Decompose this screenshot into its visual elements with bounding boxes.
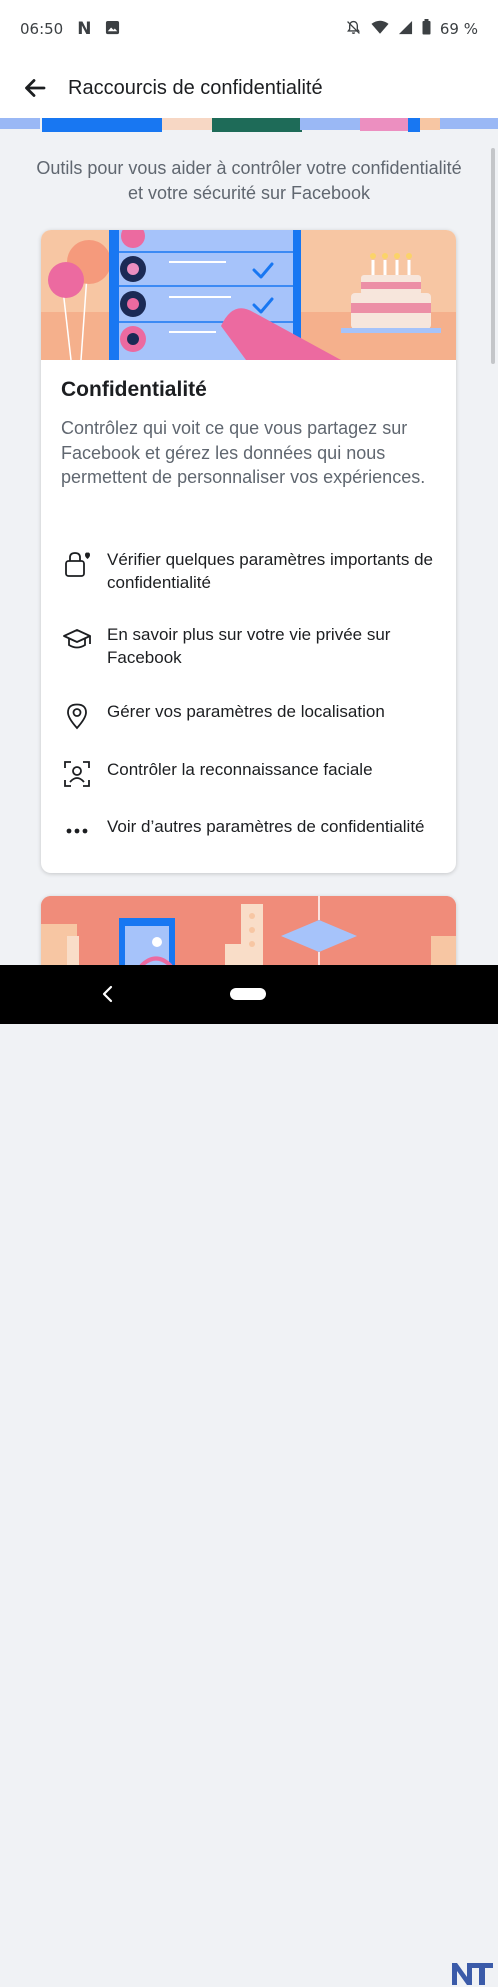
page-title: Raccourcis de confidentialité	[68, 76, 323, 99]
option-label: Contrôler la reconnaissance faciale	[107, 760, 373, 779]
option-check-privacy-settings[interactable]: Vérifier quelques paramètres importants …	[41, 548, 456, 594]
watermark-logo	[452, 1963, 493, 1985]
security-illustration	[41, 896, 456, 965]
option-learn-privacy[interactable]: En savoir plus sur votre vie privée sur …	[41, 623, 456, 669]
privacy-card-title: Confidentialité	[61, 378, 207, 401]
arrow-left-icon	[25, 79, 46, 97]
netflix-notification-icon: N	[77, 19, 92, 39]
status-bar: 06:50 N 69 %	[0, 0, 498, 58]
scrollbar[interactable]	[491, 148, 495, 364]
option-label: Gérer vos paramètres de localisation	[107, 702, 385, 721]
location-pin-icon	[61, 700, 93, 732]
privacy-card-description: Contrôlez qui voit ce que vous partagez …	[61, 418, 426, 487]
privacy-card: Confidentialité Contrôlez qui voit ce qu…	[41, 230, 456, 873]
option-face-recognition[interactable]: Contrôler la reconnaissance faciale	[41, 758, 456, 790]
back-button[interactable]	[22, 75, 48, 101]
nav-back-icon[interactable]	[98, 982, 118, 1006]
option-label: En savoir plus sur votre vie privée sur …	[107, 625, 391, 667]
bell-off-icon	[345, 19, 362, 40]
content-scroll-area[interactable]: Outils pour vous aider à contrôler votre…	[0, 118, 498, 965]
face-scan-icon	[61, 758, 93, 790]
nav-home-pill[interactable]	[230, 988, 266, 1000]
lock-heart-icon	[61, 548, 93, 580]
option-label: Voir d’autres paramètres de confidential…	[107, 817, 425, 836]
battery-percent: 69 %	[439, 20, 478, 38]
signal-icon	[398, 20, 413, 39]
graduation-cap-icon	[61, 623, 93, 655]
battery-icon	[422, 19, 431, 39]
status-left: 06:50 N	[20, 19, 120, 39]
page-subtitle: Outils pour vous aider à contrôler votre…	[36, 158, 462, 203]
privacy-illustration	[41, 230, 456, 360]
option-label: Vérifier quelques paramètres importants …	[107, 550, 433, 592]
wifi-icon	[371, 20, 389, 39]
status-time: 06:50	[20, 20, 64, 38]
system-nav-bar	[0, 965, 498, 1985]
image-notification-icon	[105, 20, 120, 39]
option-more-privacy-settings[interactable]: Voir d’autres paramètres de confidential…	[41, 815, 456, 847]
status-right: 69 %	[345, 19, 478, 40]
more-dots-icon	[61, 815, 93, 847]
security-card[interactable]	[41, 896, 456, 965]
app-header: Raccourcis de confidentialité	[0, 58, 498, 118]
option-location-settings[interactable]: Gérer vos paramètres de localisation	[41, 700, 456, 732]
hero-banner-illustration	[0, 118, 498, 134]
